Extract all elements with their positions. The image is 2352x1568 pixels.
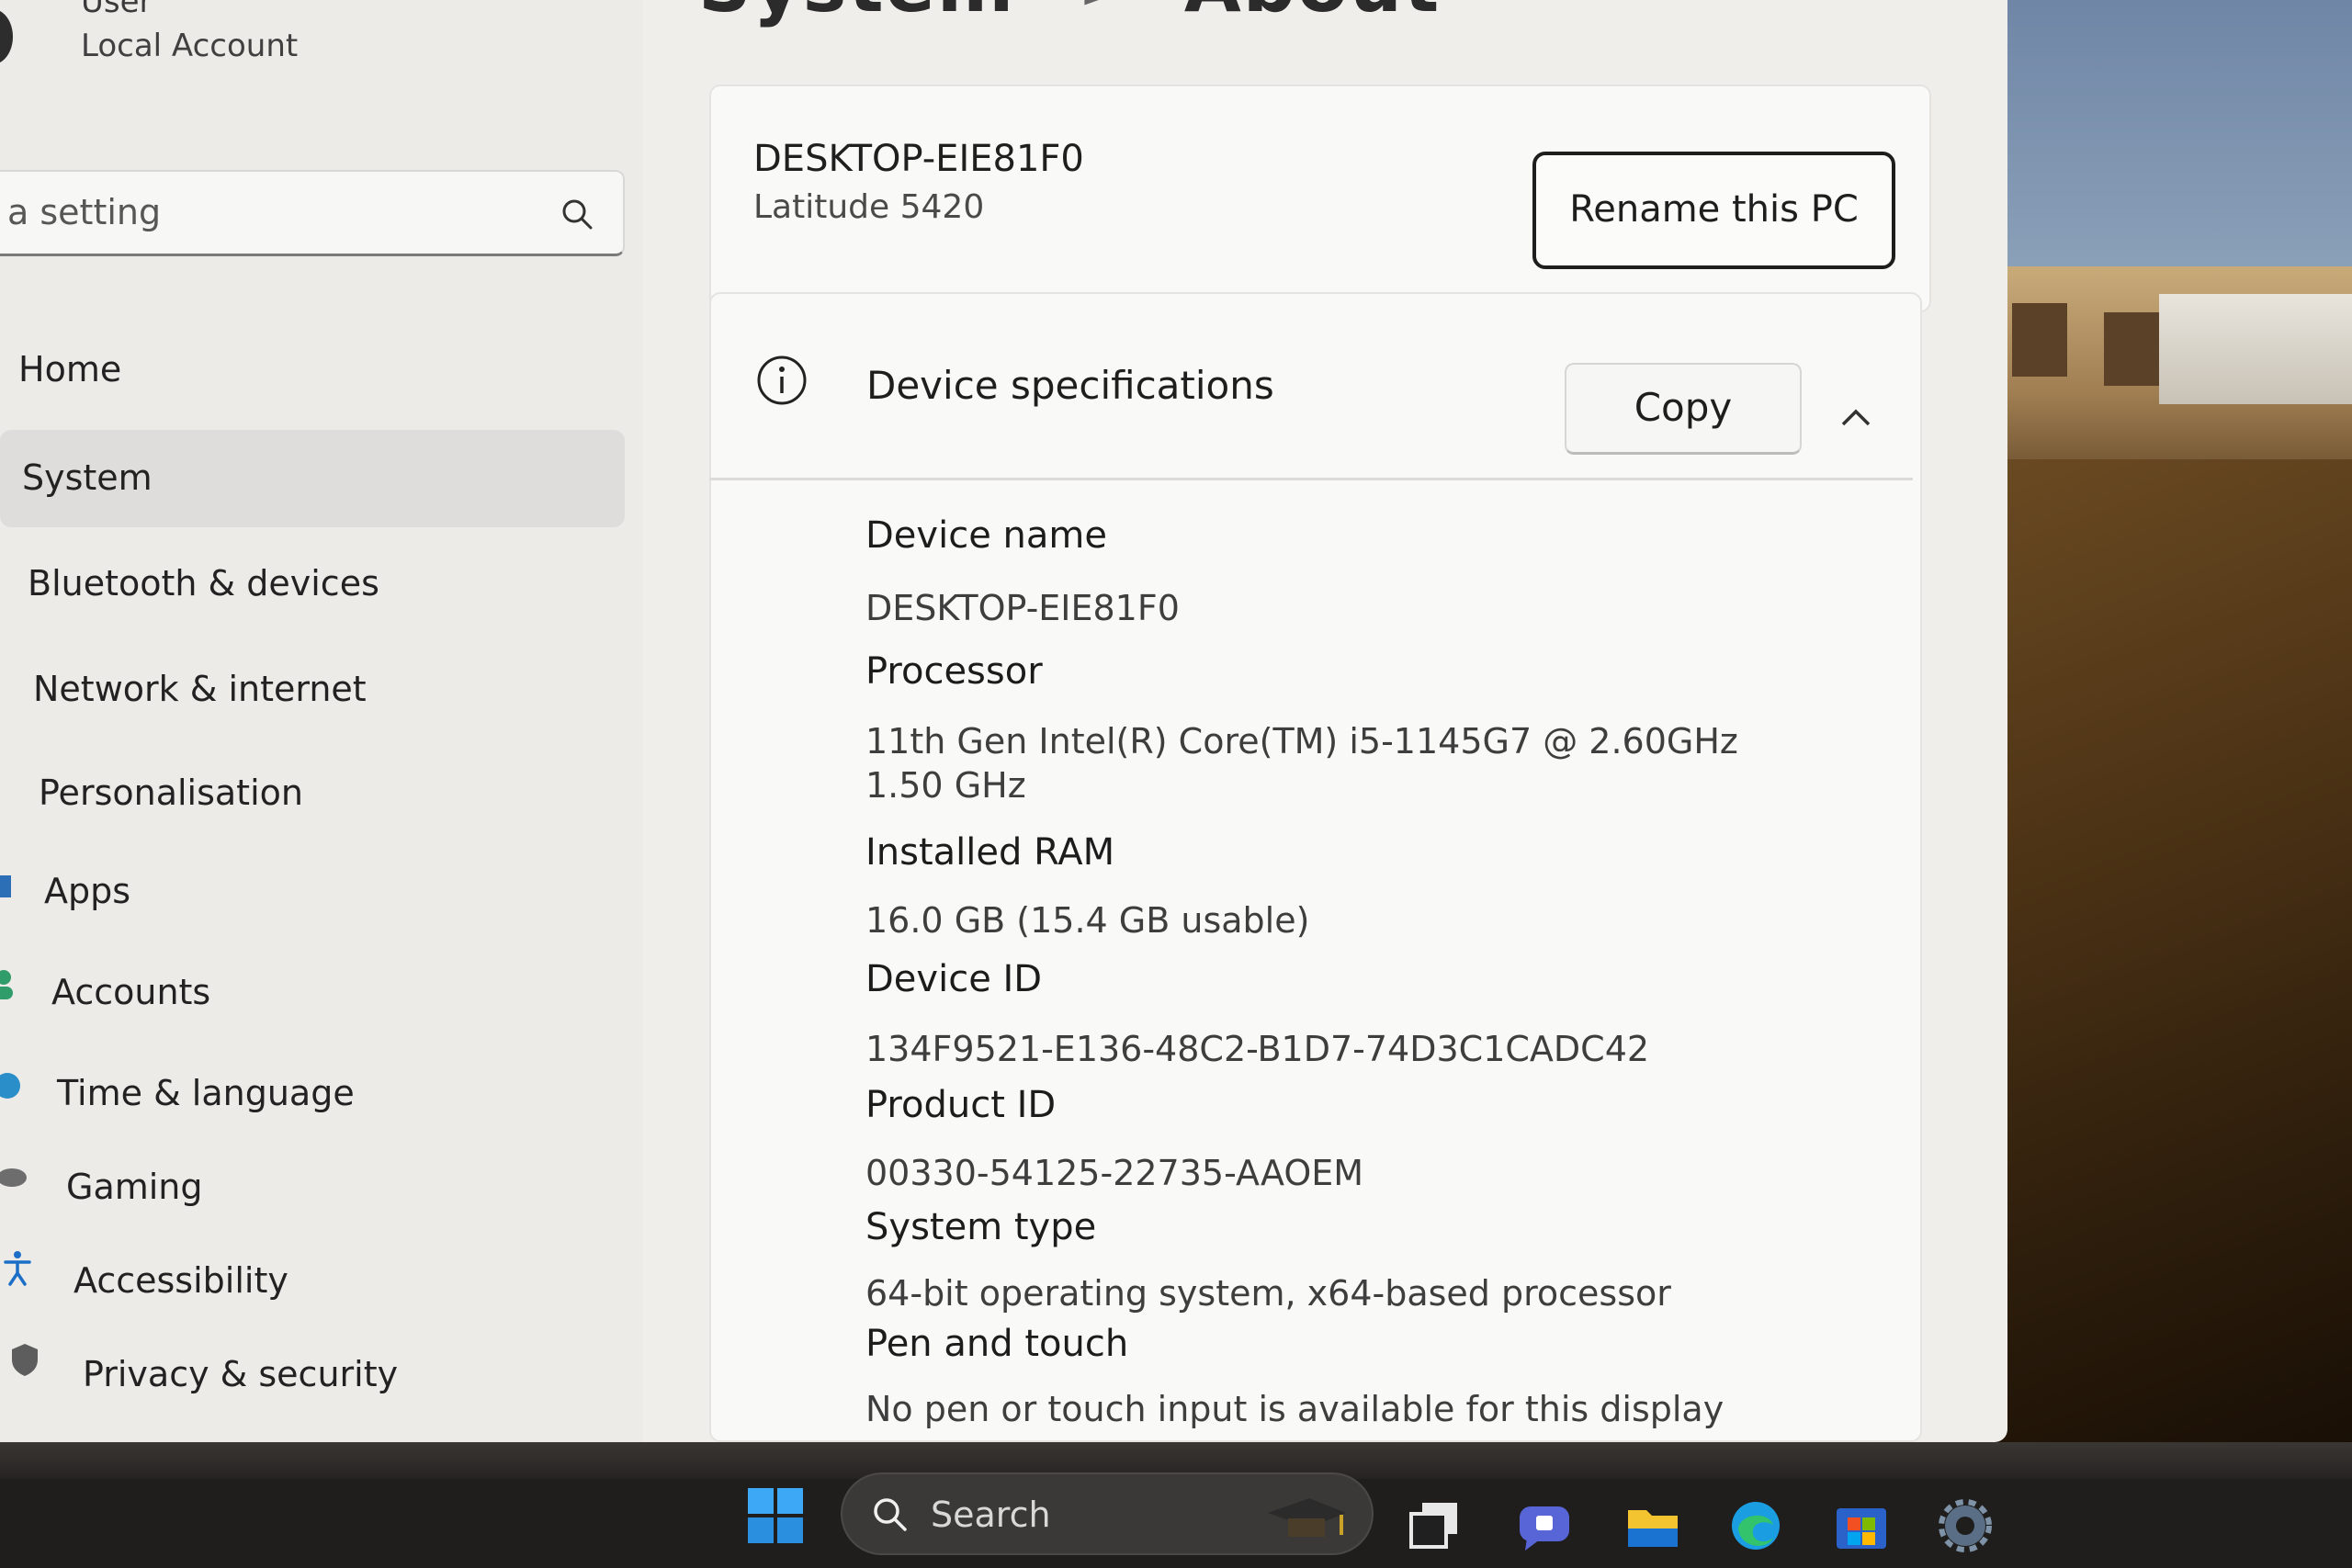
search-icon bbox=[874, 1498, 907, 1531]
device-specs-title: Device specifications bbox=[866, 363, 1274, 408]
spec-value-installed-ram: 16.0 GB (15.4 GB usable) bbox=[865, 900, 1310, 941]
spec-label-device-id: Device ID bbox=[865, 958, 1043, 1000]
copy-specs-button[interactable]: Copy bbox=[1565, 363, 1802, 455]
spec-label-product-id: Product ID bbox=[865, 1084, 1057, 1126]
search-icon bbox=[562, 199, 593, 230]
breadcrumb-separator: > bbox=[1080, 0, 1120, 17]
task-view-icon[interactable] bbox=[1406, 1497, 1463, 1554]
specs-divider bbox=[709, 478, 1913, 480]
settings-window: User Local Account a setting Home System… bbox=[0, 0, 2007, 1442]
pc-device-name: DESKTOP-EIE81F0 bbox=[753, 138, 1084, 180]
apps-icon bbox=[0, 875, 11, 897]
desktop-wallpaper bbox=[1975, 0, 2352, 1470]
sidebar-item-accessibility[interactable]: Accessibility bbox=[74, 1253, 288, 1308]
spec-label-processor: Processor bbox=[865, 650, 1043, 693]
sidebar-item-time-language[interactable]: Time & language bbox=[57, 1066, 355, 1121]
chat-icon[interactable] bbox=[1516, 1497, 1573, 1554]
sidebar-item-apps[interactable]: Apps bbox=[44, 863, 130, 919]
shield-icon bbox=[12, 1344, 38, 1376]
spec-label-device-name: Device name bbox=[865, 514, 1107, 557]
sidebar-item-accounts[interactable]: Accounts bbox=[51, 964, 210, 1020]
accessibility-icon bbox=[4, 1251, 31, 1286]
spec-label-installed-ram: Installed RAM bbox=[865, 831, 1115, 874]
breadcrumb-current: About bbox=[1184, 0, 1441, 28]
graduation-cap-icon[interactable] bbox=[1259, 1493, 1351, 1548]
start-icon[interactable] bbox=[746, 1486, 805, 1545]
sidebar-item-home[interactable]: Home bbox=[18, 342, 121, 397]
breadcrumb-parent[interactable]: System bbox=[698, 0, 1015, 28]
pc-model: Latitude 5420 bbox=[753, 188, 985, 226]
file-explorer-icon[interactable] bbox=[1624, 1497, 1681, 1554]
spec-value-device-name: DESKTOP-EIE81F0 bbox=[865, 588, 1180, 628]
page-title: System > About bbox=[698, 0, 1441, 28]
search-placeholder: a setting bbox=[7, 192, 162, 232]
settings-search-input[interactable]: a setting bbox=[0, 170, 625, 256]
sidebar-item-network[interactable]: Network & internet bbox=[33, 661, 367, 716]
spec-label-pen-touch: Pen and touch bbox=[865, 1323, 1129, 1365]
sidebar-item-privacy-security[interactable]: Privacy & security bbox=[83, 1347, 398, 1402]
sidebar-item-system[interactable]: System bbox=[22, 450, 153, 505]
globe-icon bbox=[0, 1073, 20, 1099]
edge-icon[interactable] bbox=[1727, 1497, 1784, 1554]
rename-pc-button[interactable]: Rename this PC bbox=[1532, 152, 1895, 269]
account-type: Local Account bbox=[81, 28, 299, 64]
spec-value-pen-touch: No pen or touch input is available for t… bbox=[865, 1389, 1724, 1429]
sidebar-item-personalisation[interactable]: Personalisation bbox=[39, 765, 303, 820]
sidebar-item-bluetooth[interactable]: Bluetooth & devices bbox=[28, 556, 379, 611]
sidebar: User Local Account a setting Home System… bbox=[0, 0, 643, 1442]
spec-value-processor: 11th Gen Intel(R) Core(TM) i5-1145G7 @ 2… bbox=[865, 721, 1738, 806]
chevron-up-icon[interactable] bbox=[1838, 404, 1874, 428]
taskbar-search-placeholder: Search bbox=[931, 1495, 1051, 1535]
settings-icon[interactable] bbox=[1937, 1497, 1994, 1554]
accounts-icon bbox=[0, 970, 13, 999]
user-avatar[interactable] bbox=[0, 9, 13, 64]
spec-value-product-id: 00330-54125-22735-AAOEM bbox=[865, 1153, 1364, 1193]
spec-label-system-type: System type bbox=[865, 1206, 1097, 1248]
store-icon[interactable] bbox=[1833, 1497, 1890, 1554]
sidebar-item-gaming[interactable]: Gaming bbox=[66, 1159, 203, 1214]
gamepad-icon bbox=[0, 1168, 27, 1187]
spec-value-device-id: 134F9521-E136-48C2-B1D7-74D3C1CADC42 bbox=[865, 1029, 1650, 1069]
spec-value-system-type: 64-bit operating system, x64-based proce… bbox=[865, 1273, 1671, 1314]
info-icon bbox=[757, 355, 807, 405]
user-name: User bbox=[81, 0, 153, 20]
